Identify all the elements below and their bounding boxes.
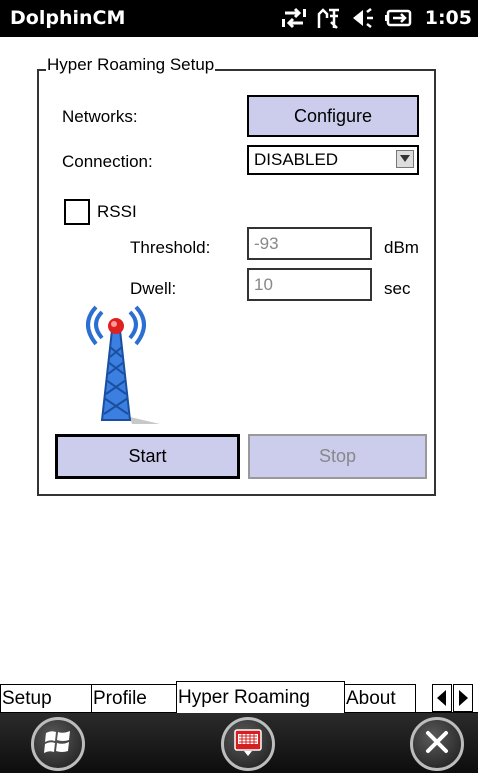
connection-value: DISABLED: [254, 150, 339, 169]
radio-tower-icon: [82, 302, 162, 424]
configure-button[interactable]: Configure: [247, 95, 419, 137]
chevron-left-icon: [437, 690, 446, 706]
app-title: DolphinCM: [10, 7, 126, 29]
threshold-unit: dBm: [384, 238, 419, 257]
dwell-unit: sec: [384, 279, 411, 298]
speaker-icon: [351, 6, 375, 30]
tab-hyper-roaming[interactable]: Hyper Roaming: [176, 681, 345, 713]
threshold-label: Threshold:: [130, 238, 211, 257]
connection-label: Connection:: [62, 152, 153, 171]
dwell-value: 10: [254, 275, 273, 294]
threshold-value: -93: [254, 234, 279, 253]
keyboard-icon: [233, 727, 263, 761]
keyboard-button[interactable]: [221, 717, 275, 771]
start-button[interactable]: Start: [55, 434, 240, 479]
clock: 1:05: [424, 7, 472, 29]
close-icon: [424, 729, 450, 759]
status-bar: DolphinCM 1:05: [0, 0, 478, 37]
signal-icon: [317, 6, 341, 30]
threshold-field[interactable]: -93: [247, 227, 372, 260]
tab-profile[interactable]: Profile: [91, 684, 177, 713]
connectivity-icon: [281, 6, 307, 30]
status-icons: 1:05: [281, 3, 472, 33]
tab-scroll-right-button[interactable]: [453, 684, 473, 712]
battery-icon: [384, 6, 413, 30]
stop-button[interactable]: Stop: [248, 434, 427, 479]
tab-scroll-left-button[interactable]: [432, 684, 452, 712]
windows-start-icon: [44, 729, 72, 759]
rssi-checkbox[interactable]: [64, 199, 90, 225]
chevron-down-icon[interactable]: [396, 150, 414, 168]
dwell-field[interactable]: 10: [247, 268, 372, 301]
rssi-label: RSSI: [97, 202, 137, 221]
connection-dropdown[interactable]: DISABLED: [247, 145, 419, 175]
networks-label: Networks:: [62, 107, 138, 126]
dwell-label: Dwell:: [130, 279, 177, 298]
group-title: Hyper Roaming Setup: [46, 55, 216, 75]
windows-start-button[interactable]: [31, 717, 85, 771]
close-button[interactable]: [410, 717, 464, 771]
chevron-right-icon: [459, 690, 468, 706]
tab-setup[interactable]: Setup: [0, 684, 92, 713]
tab-about[interactable]: About: [344, 684, 416, 713]
